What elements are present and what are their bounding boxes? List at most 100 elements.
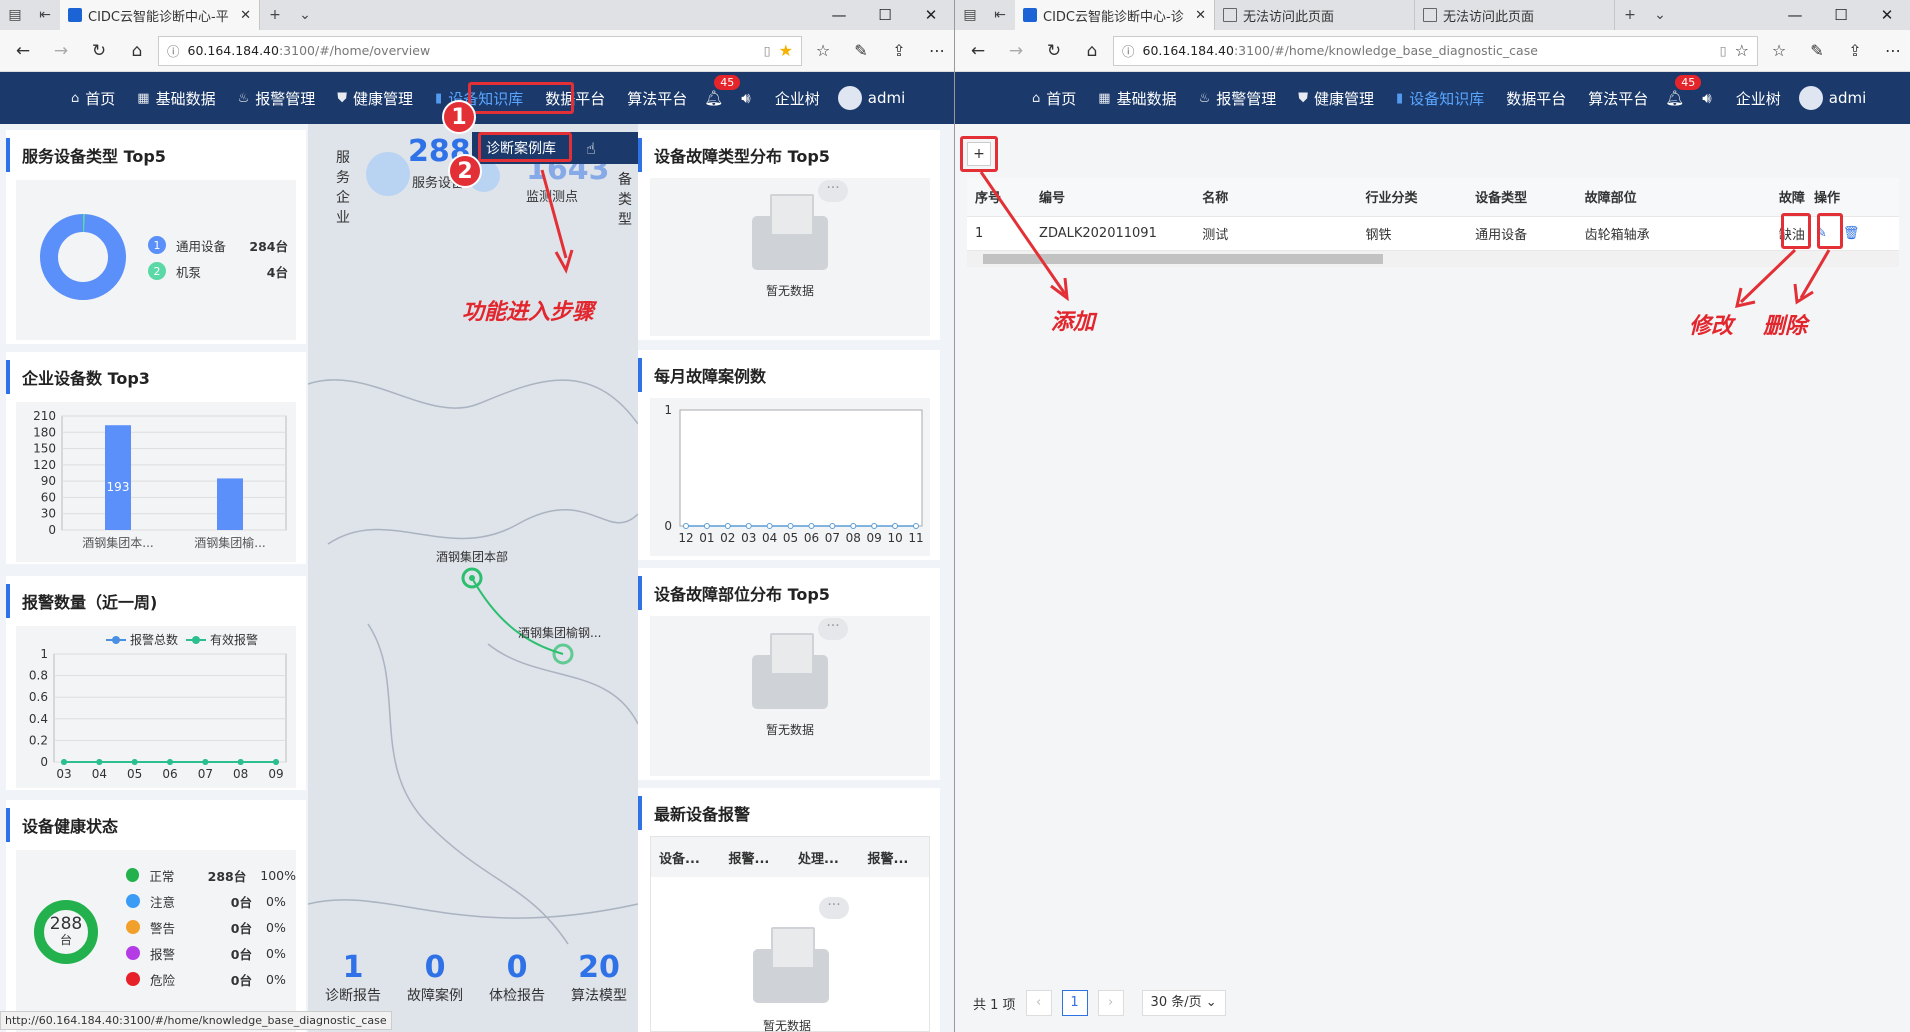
nav-item-5[interactable]: 数据平台 bbox=[1495, 72, 1577, 124]
favorite-star-icon[interactable]: ★ bbox=[779, 41, 793, 60]
share-icon[interactable]: ⇪ bbox=[882, 41, 916, 60]
bottom-stat[interactable]: 0 体检报告 bbox=[489, 950, 545, 1005]
home-icon[interactable]: ⌂ bbox=[120, 41, 154, 61]
data-point[interactable] bbox=[745, 523, 752, 529]
bottom-stat[interactable]: 20 算法模型 bbox=[571, 950, 627, 1005]
data-point[interactable] bbox=[131, 759, 138, 765]
url-field[interactable]: ⓘ 60.164.184.40:3100/#/home/knowledge_ba… bbox=[1113, 35, 1758, 66]
forward-icon[interactable]: → bbox=[999, 41, 1033, 61]
minimize-icon[interactable]: — bbox=[816, 6, 862, 24]
refresh-icon[interactable]: ↻ bbox=[82, 41, 116, 61]
data-point[interactable] bbox=[237, 759, 244, 765]
notification-bell-icon[interactable]: 🔔︎ 45 bbox=[1665, 75, 1702, 107]
data-point[interactable] bbox=[766, 523, 773, 529]
data-point[interactable] bbox=[167, 759, 173, 765]
pen-icon[interactable]: ✎ bbox=[1800, 41, 1834, 60]
more-icon[interactable]: ⋯ bbox=[920, 41, 954, 60]
nav-item-1[interactable]: ▦ 基础数据 bbox=[126, 72, 226, 124]
bottom-stat[interactable]: 1 诊断报告 bbox=[325, 950, 381, 1005]
nav-item-0[interactable]: ⌂ 首页 bbox=[1021, 72, 1087, 124]
tab-set-aside-icon[interactable]: ⇤ bbox=[30, 7, 60, 23]
nav-item-6[interactable]: 算法平台 bbox=[1577, 72, 1659, 124]
data-point[interactable] bbox=[808, 523, 815, 529]
tab-set-aside-icon[interactable]: ⇤ bbox=[985, 7, 1015, 23]
nav-item-3[interactable]: ⛊ 健康管理 bbox=[1287, 72, 1385, 124]
more-icon[interactable]: ⋯ bbox=[1876, 41, 1910, 60]
data-point[interactable] bbox=[703, 523, 710, 529]
horizontal-scrollbar[interactable] bbox=[967, 250, 1899, 267]
data-point[interactable] bbox=[871, 523, 878, 529]
data-point[interactable] bbox=[683, 523, 689, 529]
maximize-icon[interactable]: ☐ bbox=[1818, 6, 1864, 24]
data-point[interactable] bbox=[892, 523, 899, 529]
data-point[interactable] bbox=[273, 759, 279, 765]
next-page-icon[interactable]: › bbox=[1097, 990, 1124, 1016]
data-point[interactable] bbox=[61, 759, 67, 765]
company-tree-link[interactable]: 企业树 bbox=[775, 88, 820, 109]
page-size-select[interactable]: 30 条/页 ⌄ bbox=[1141, 990, 1226, 1016]
chevron-down-icon[interactable]: ⌄ bbox=[290, 7, 320, 23]
column-header[interactable]: 设备类型 bbox=[1467, 178, 1577, 217]
company-tree-link[interactable]: 企业树 bbox=[1736, 88, 1781, 109]
reading-view-icon[interactable]: ▯ bbox=[764, 43, 771, 58]
column-header[interactable]: 故障 bbox=[1770, 178, 1806, 217]
column-header[interactable]: 编号 bbox=[1031, 178, 1195, 217]
nav-item-0[interactable]: ⌂ 首页 bbox=[60, 72, 126, 124]
browser-tab[interactable]: CIDC云智能诊断中心-诊 ✕ bbox=[1015, 0, 1215, 30]
share-icon[interactable]: ⇪ bbox=[1838, 41, 1872, 60]
browser-tab[interactable]: 无法访问此页面 bbox=[1215, 0, 1415, 30]
nav-item-1[interactable]: ▦ 基础数据 bbox=[1087, 72, 1187, 124]
close-tab-icon[interactable]: ✕ bbox=[240, 8, 251, 23]
bar[interactable] bbox=[217, 478, 243, 530]
back-icon[interactable]: ← bbox=[6, 41, 40, 61]
url-field[interactable]: ⓘ 60.164.184.40:3100/#/home/overview ▯ ★ bbox=[158, 35, 802, 66]
column-header[interactable]: 操作 bbox=[1805, 178, 1899, 217]
column-header[interactable]: 故障部位 bbox=[1576, 178, 1771, 217]
minimize-icon[interactable]: — bbox=[1772, 6, 1818, 24]
data-point[interactable] bbox=[850, 523, 857, 529]
home-icon[interactable]: ⌂ bbox=[1075, 41, 1109, 61]
column-header[interactable]: 名称 bbox=[1194, 178, 1358, 217]
column-header[interactable]: 序号 bbox=[967, 178, 1032, 217]
tab-actions-icon[interactable]: ▤ bbox=[955, 7, 985, 23]
new-tab-icon[interactable]: + bbox=[260, 7, 290, 23]
nav-item-4[interactable]: ▮ 设备知识库 bbox=[1385, 72, 1495, 124]
browser-tab[interactable]: CIDC云智能诊断中心-平 ✕ bbox=[60, 0, 260, 30]
close-tab-icon[interactable]: ✕ bbox=[1195, 8, 1206, 23]
user-name[interactable]: admi bbox=[1829, 89, 1867, 107]
user-name[interactable]: admi bbox=[868, 89, 906, 107]
avatar[interactable] bbox=[837, 86, 862, 110]
favorite-star-icon[interactable]: ☆ bbox=[1735, 41, 1749, 60]
nav-item-2[interactable]: ♨ 报警管理 bbox=[1188, 72, 1288, 124]
forward-icon[interactable]: → bbox=[44, 41, 78, 61]
nav-item-3[interactable]: ⛊ 健康管理 bbox=[326, 72, 424, 124]
bottom-stat[interactable]: 0 故障案例 bbox=[407, 950, 463, 1005]
pen-icon[interactable]: ✎ bbox=[844, 41, 878, 60]
bar[interactable] bbox=[105, 425, 131, 530]
speaker-icon[interactable]: 🔊︎ bbox=[741, 89, 750, 107]
speaker-icon[interactable]: 🔊︎ bbox=[1702, 89, 1711, 107]
tab-actions-icon[interactable]: ▤ bbox=[0, 7, 30, 23]
notification-bell-icon[interactable]: 🔔︎ 45 bbox=[704, 75, 741, 107]
close-window-icon[interactable]: ✕ bbox=[1864, 6, 1910, 24]
favorites-icon[interactable]: ☆ bbox=[806, 41, 840, 60]
browser-tab[interactable]: 无法访问此页面 bbox=[1415, 0, 1615, 30]
data-point[interactable] bbox=[829, 523, 836, 529]
avatar[interactable] bbox=[1798, 86, 1823, 110]
back-icon[interactable]: ← bbox=[961, 41, 995, 61]
chevron-down-icon[interactable]: ⌄ bbox=[1645, 7, 1675, 23]
refresh-icon[interactable]: ↻ bbox=[1037, 41, 1071, 61]
site-info-icon[interactable]: ⓘ bbox=[167, 41, 180, 60]
map-area[interactable]: 酒钢集团本部 酒钢集团榆钢... bbox=[308, 124, 638, 1032]
page-number[interactable]: 1 bbox=[1061, 990, 1088, 1016]
data-point[interactable] bbox=[202, 759, 209, 765]
delete-icon[interactable]: 🗑︎ bbox=[1843, 226, 1860, 241]
maximize-icon[interactable]: ☐ bbox=[862, 6, 908, 24]
nav-item-6[interactable]: 算法平台 bbox=[616, 72, 698, 124]
new-tab-icon[interactable]: + bbox=[1615, 7, 1645, 23]
data-point[interactable] bbox=[787, 523, 794, 529]
data-point[interactable] bbox=[724, 523, 731, 529]
nav-item-2[interactable]: ♨ 报警管理 bbox=[227, 72, 327, 124]
reading-view-icon[interactable]: ▯ bbox=[1720, 43, 1727, 58]
scrollbar-thumb[interactable] bbox=[983, 253, 1383, 264]
